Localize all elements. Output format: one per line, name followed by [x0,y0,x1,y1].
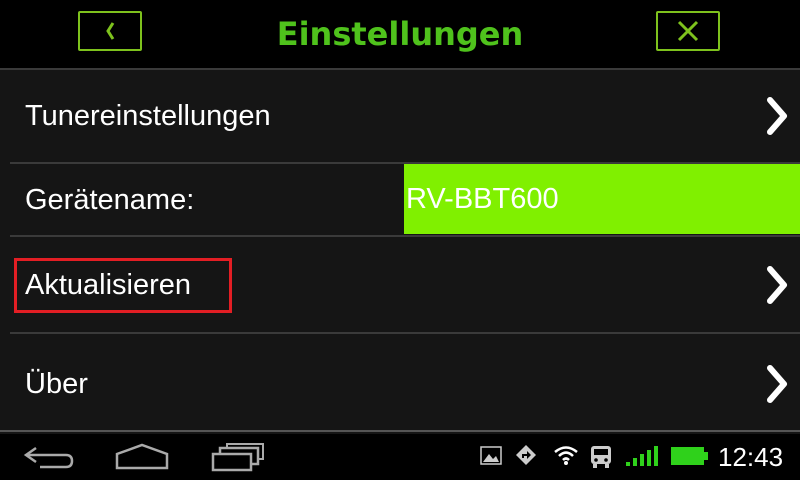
tuner-settings-label: Tunereinstellungen [25,100,271,132]
device-name-value: RV-BBT600 [406,182,559,215]
page-title: Einstellungen [276,15,524,53]
tuner-settings-item[interactable]: Tunereinstellungen [0,70,800,162]
chevron-right-icon [767,365,787,403]
highlight-box [14,258,232,313]
clock: 12:43 [718,442,784,472]
close-button[interactable] [656,11,720,51]
header: Einstellungen [0,0,800,68]
back-nav-icon[interactable] [22,442,76,472]
divider [0,430,800,432]
system-bar: 12:43 [0,434,800,480]
signal-icon [626,446,658,466]
device-name-label: Gerätename: [25,184,195,216]
device-name-field[interactable]: RV-BBT600 [404,164,800,234]
navigation-icon [516,445,536,465]
picture-icon [480,446,502,465]
chevron-right-icon [767,266,787,304]
battery-icon [671,447,708,465]
recent-apps-icon[interactable] [210,442,266,472]
chevron-left-icon [106,22,115,40]
bus-icon [591,446,611,468]
wifi-icon [554,446,578,465]
about-item[interactable]: Über [0,334,800,430]
back-button[interactable] [78,11,142,51]
about-label: Über [25,368,88,400]
chevron-right-icon [767,97,787,135]
home-icon[interactable] [114,442,170,472]
close-icon [677,20,699,42]
